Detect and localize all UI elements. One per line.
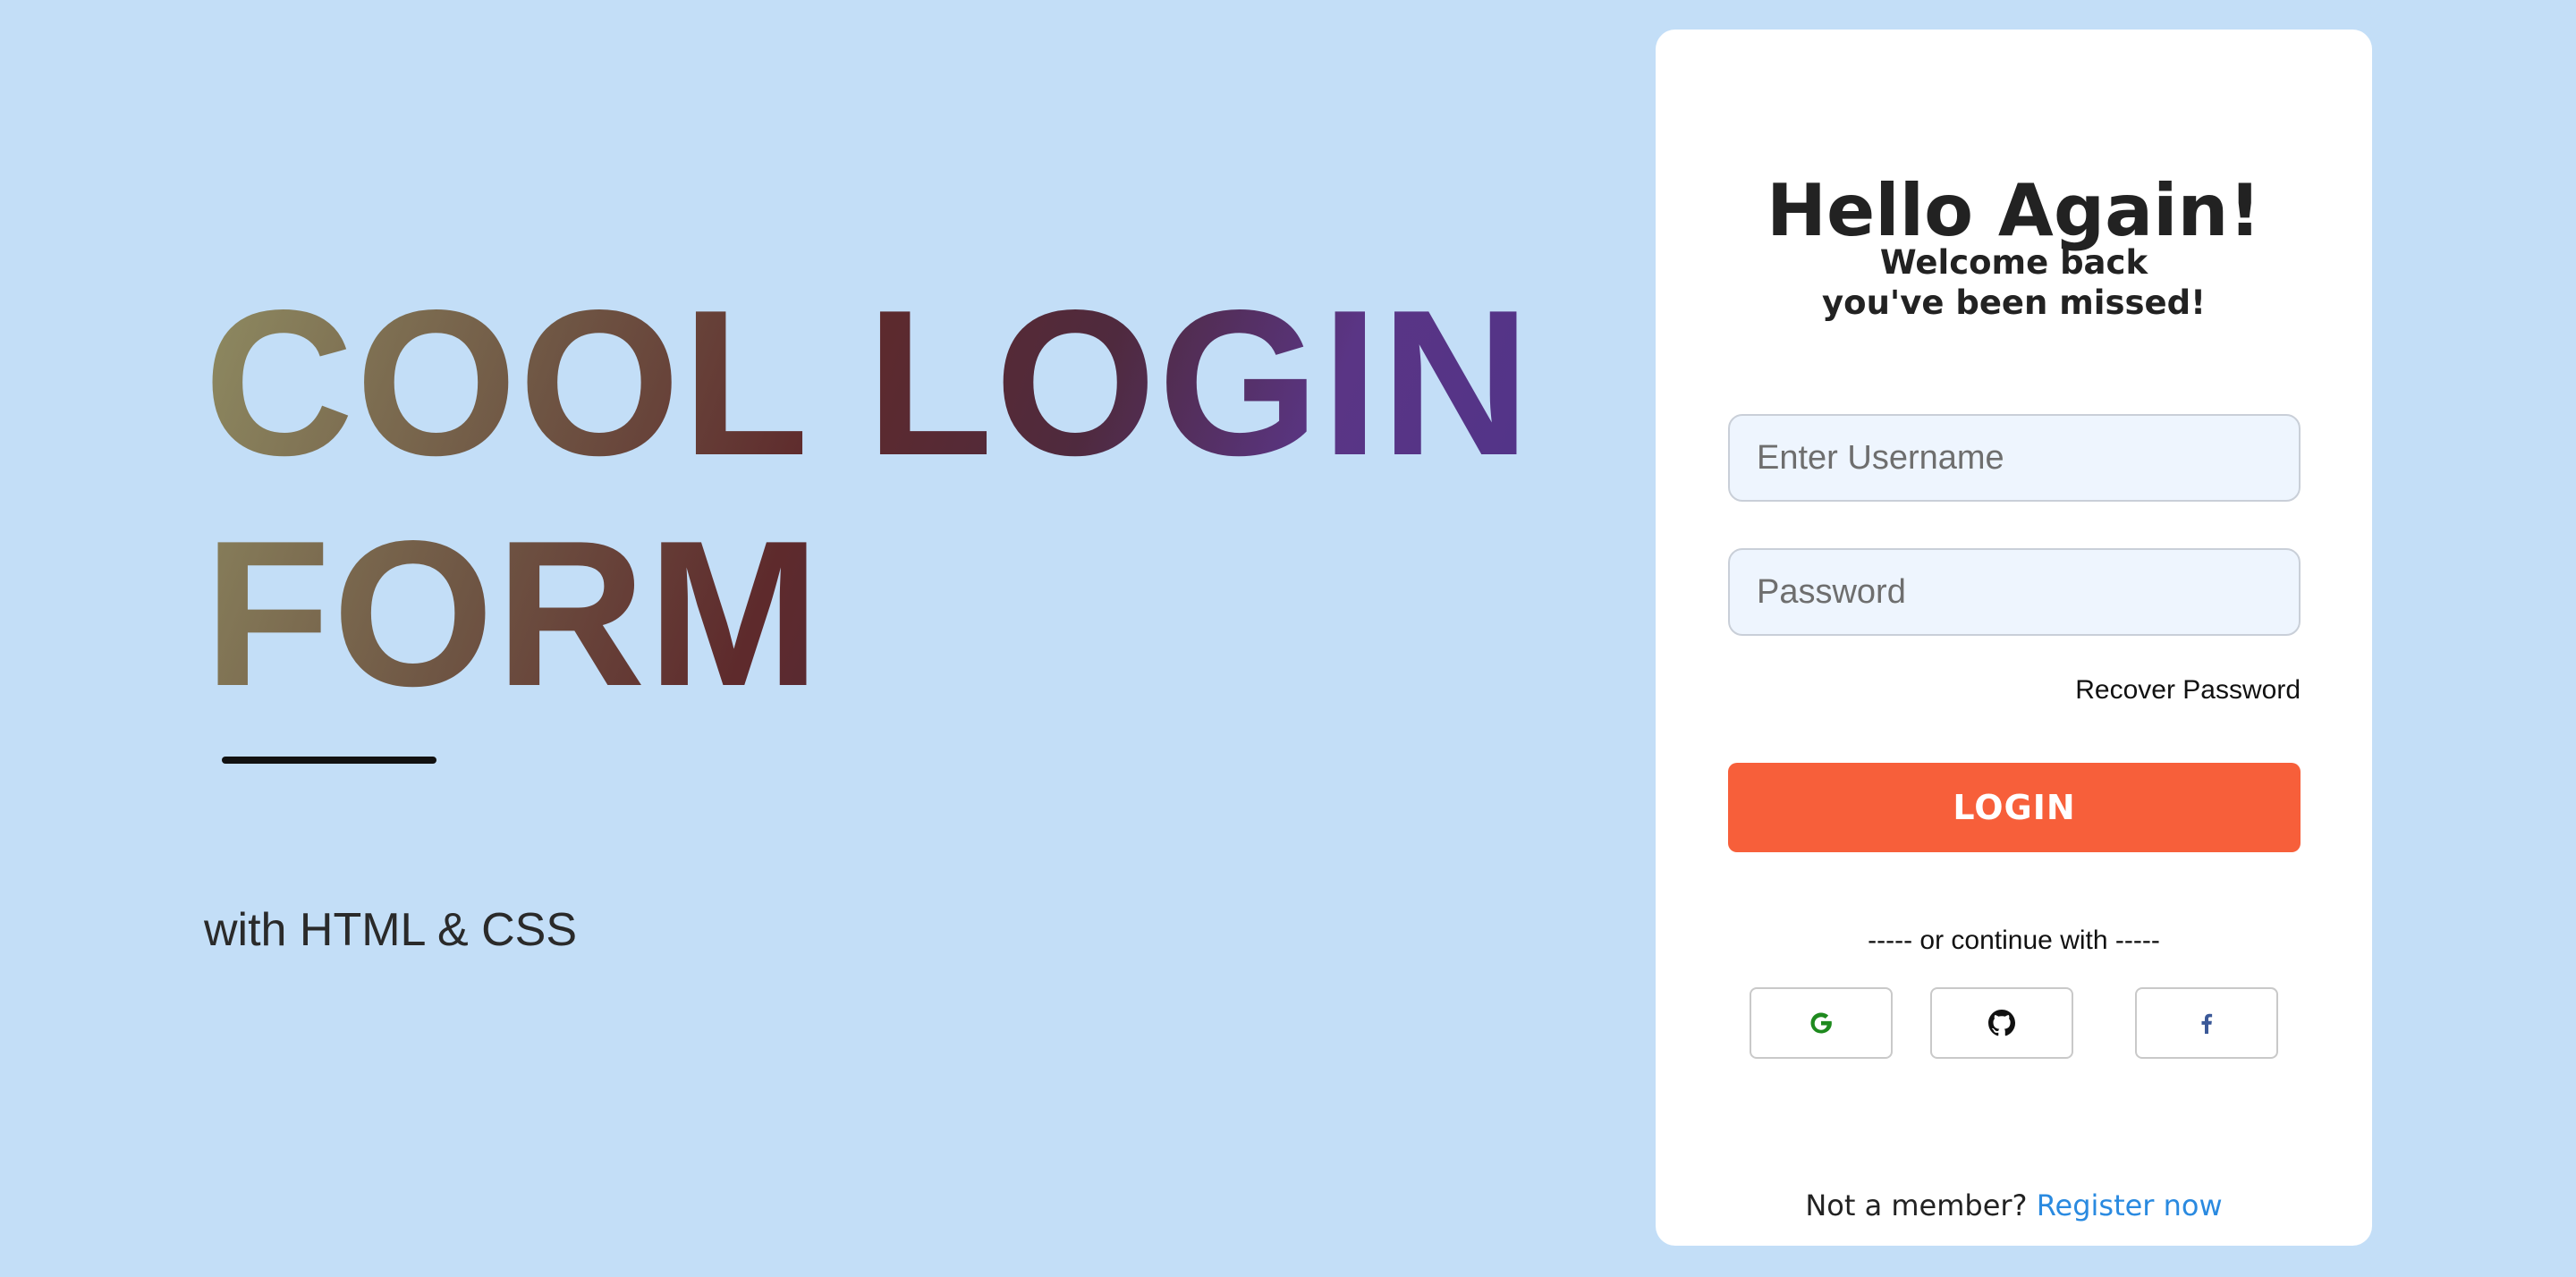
login-subtitle: Welcome back you've been missed! [1822,243,2206,322]
login-card: Hello Again! Welcome back you've been mi… [1656,30,2372,1246]
hero-title: COOL LOGIN FORM [204,268,1546,730]
continue-with-divider: ----- or continue with ----- [1868,926,2160,955]
login-title: Hello Again! [1767,169,2261,252]
google-icon [1808,1010,1835,1036]
hero-section: COOL LOGIN FORM with HTML & CSS [204,268,1546,956]
github-icon [1988,1010,2015,1036]
register-prompt: Not a member? Register now [1656,1188,2372,1222]
hero-underline [222,757,436,764]
login-button[interactable]: LOGIN [1728,763,2301,852]
page: COOL LOGIN FORM with HTML & CSS Hello Ag… [0,0,2576,1277]
recover-password-link[interactable]: Recover Password [2075,675,2301,706]
github-login-button[interactable] [1930,987,2073,1059]
password-input[interactable] [1728,548,2301,636]
not-a-member-text: Not a member? [1805,1188,2028,1222]
facebook-icon [2193,1010,2220,1036]
hero-title-line-1: COOL LOGIN [204,267,1533,499]
hero-title-line-2: FORM [204,498,822,730]
google-login-button[interactable] [1750,987,1893,1059]
hero-subtitle: with HTML & CSS [204,904,578,956]
facebook-login-button[interactable] [2135,987,2278,1059]
username-input[interactable] [1728,414,2301,502]
register-now-link[interactable]: Register now [2037,1188,2223,1222]
